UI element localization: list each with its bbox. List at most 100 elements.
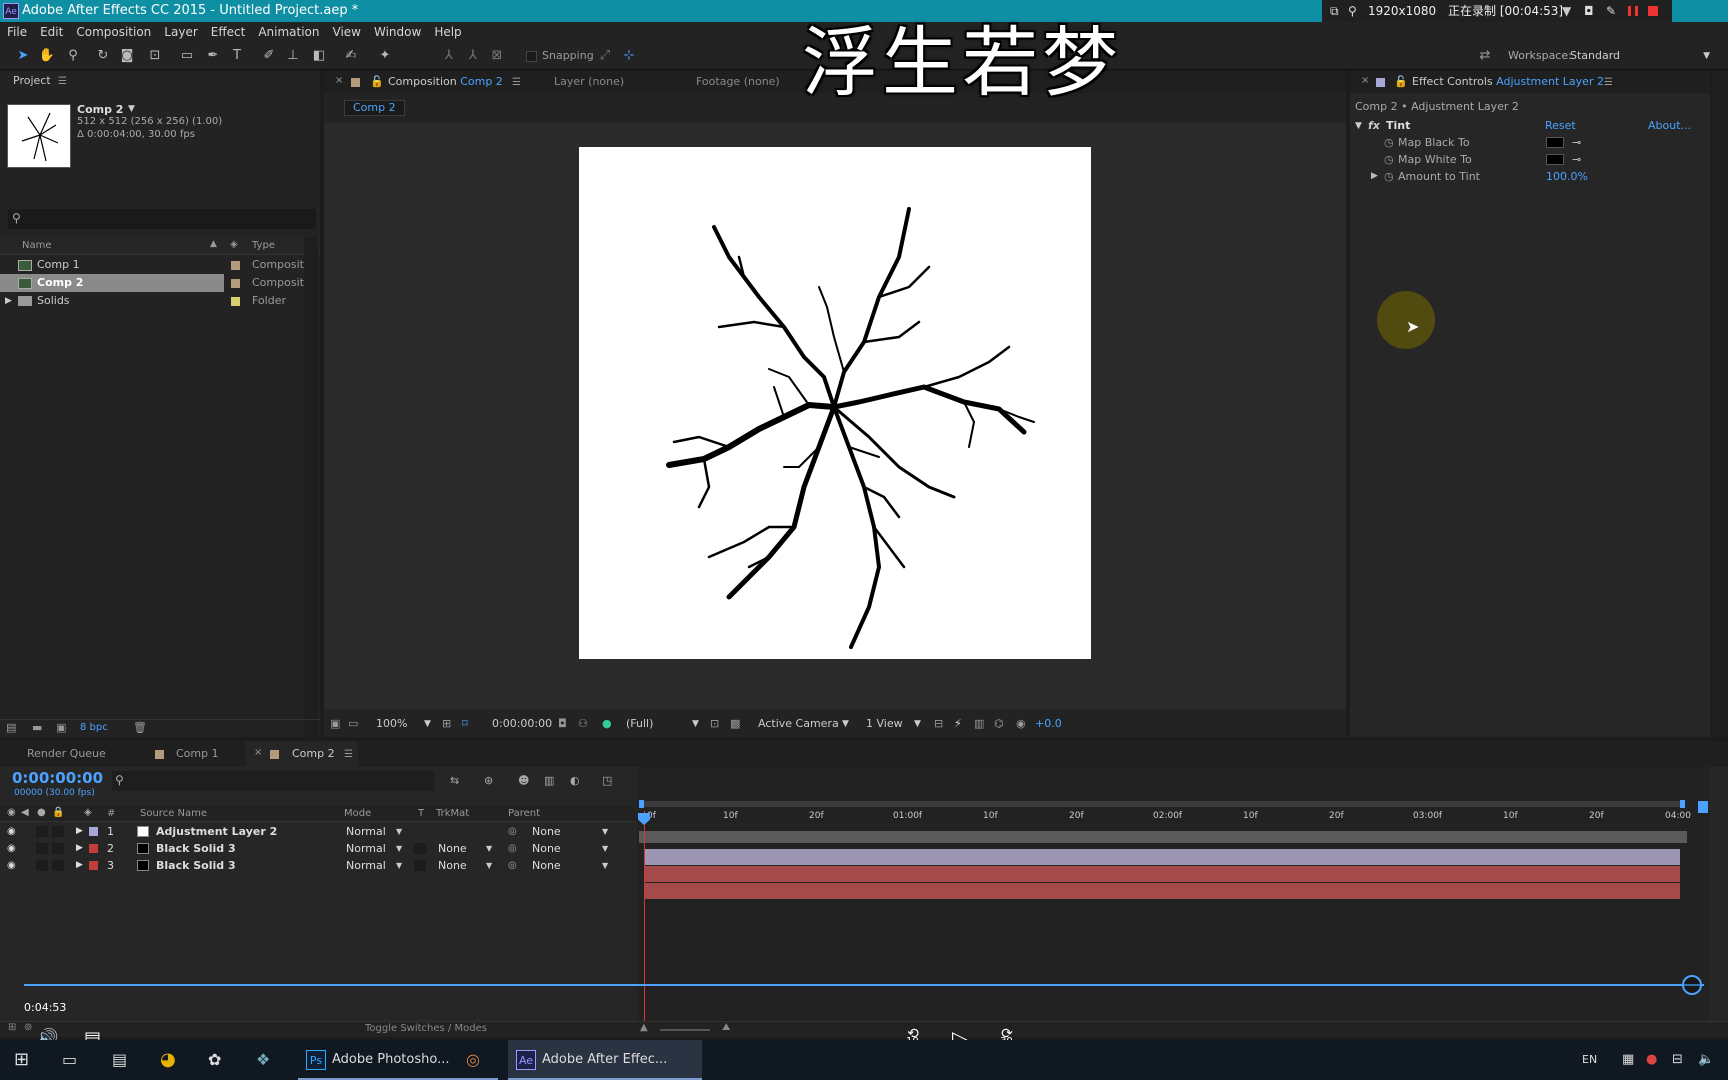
label-swatch[interactable] [231, 279, 240, 288]
recorder-window-icon[interactable]: ⧉ [1330, 0, 1339, 22]
work-area-bar[interactable] [639, 831, 1687, 843]
label-swatch[interactable] [231, 297, 240, 306]
label-swatch[interactable] [231, 261, 240, 270]
tray-icon[interactable]: ▦ [1622, 1040, 1634, 1080]
composition-canvas[interactable] [579, 147, 1091, 659]
workspace-select[interactable]: Standard ▼ [1570, 47, 1714, 65]
view-axis-icon[interactable]: ⊠ [488, 47, 506, 65]
zoom-handle[interactable] [1698, 801, 1708, 813]
layer-mode-select[interactable]: Normal [346, 823, 386, 840]
expand-arrow-icon[interactable]: ▶ [76, 840, 83, 857]
graph-editor-icon[interactable]: ◳ [602, 774, 612, 787]
pan-behind-tool-icon[interactable]: ⊡ [146, 47, 164, 65]
tab-effect-controls[interactable]: Effect Controls Adjustment Layer 2 [1412, 72, 1604, 92]
eye-icon[interactable]: ◉ [7, 857, 16, 874]
eyedropper-icon[interactable]: ⊸ [1572, 151, 1581, 168]
solo-toggle[interactable] [36, 826, 48, 837]
timeline-icon[interactable]: ▥ [974, 714, 984, 734]
pen-tool-icon[interactable]: ✒ [204, 47, 222, 65]
viewer-timecode[interactable]: 0:00:00:00 [492, 714, 552, 734]
expand-arrow-icon[interactable]: ▶ [1371, 168, 1378, 185]
menu-layer[interactable]: Layer [157, 22, 203, 42]
tray-record-icon[interactable]: ● [1646, 1040, 1657, 1080]
input-language[interactable]: EN [1582, 1040, 1597, 1080]
interpret-footage-icon[interactable]: ▤ [6, 721, 16, 734]
stopwatch-icon[interactable]: ◷ [1384, 168, 1394, 185]
snapping-checkbox[interactable] [526, 51, 537, 62]
chevron-down-icon[interactable]: ▼ [602, 840, 608, 857]
fx-icon[interactable]: fx [1368, 117, 1380, 135]
about-link[interactable]: About... [1648, 117, 1691, 135]
zoom-out-icon[interactable]: ▲ [640, 1022, 648, 1033]
task-view-icon[interactable]: ▭ [62, 1040, 77, 1080]
speaker-icon[interactable]: 🔈 [1698, 1040, 1714, 1080]
tab-render-queue[interactable]: Render Queue [27, 744, 106, 764]
world-axis-icon[interactable]: ⅄ [464, 47, 482, 65]
layer-row[interactable]: ◉ ▶ 3 Black Solid 3 Normal ▼ None ▼ ◎ No… [0, 857, 640, 874]
preserve-transparency-toggle[interactable] [414, 860, 426, 871]
tab-footage[interactable]: Footage (none) [696, 72, 780, 92]
layer-row[interactable]: ◉ ▶ 1 Adjustment Layer 2 Normal ▼ ◎ None… [0, 823, 640, 840]
brush-tool-icon[interactable]: ✐ [260, 47, 278, 65]
layer-mode-select[interactable]: Normal [346, 857, 386, 874]
color-swatch[interactable] [1546, 154, 1564, 165]
clone-stamp-tool-icon[interactable]: ⊥ [284, 47, 302, 65]
column-t[interactable]: T [418, 808, 424, 819]
lock-toggle[interactable] [52, 826, 64, 837]
zoom-tool-icon[interactable]: ⚲ [64, 47, 82, 65]
video-switch-icon[interactable]: ◉ [7, 807, 16, 818]
layer-parent-select[interactable]: None [532, 840, 561, 857]
transfer-controls-icon[interactable]: ⊚ [24, 1022, 32, 1033]
collapse-arrow-icon[interactable]: ▼ [1355, 117, 1362, 135]
tab-comp-1[interactable]: Comp 1 [176, 744, 219, 764]
layer-name[interactable]: Black Solid 3 [156, 840, 236, 857]
project-item[interactable]: ▶ Solids Folder [0, 292, 320, 310]
recorder-search-icon[interactable]: ⚲ [1348, 0, 1357, 22]
effect-tint-header[interactable]: ▼ fx Tint Reset About... [1350, 117, 1691, 135]
region-of-interest-icon[interactable]: ⊡ [710, 714, 719, 734]
chevron-down-icon[interactable]: ▼ [692, 714, 699, 734]
chevron-down-icon[interactable]: ▼ [396, 857, 402, 874]
solo-toggle[interactable] [36, 843, 48, 854]
always-preview-icon[interactable]: ▣ [330, 714, 340, 734]
trash-icon[interactable]: 🗑 [133, 721, 147, 734]
close-tab-icon[interactable]: × [1361, 75, 1369, 86]
label-tag-icon[interactable]: ◈ [84, 807, 92, 818]
chevron-down-icon[interactable]: ▼ [396, 840, 402, 857]
project-item[interactable]: Comp 1 Composit ⌬ [0, 256, 320, 274]
recorder-dropdown-icon[interactable]: ▼ [1562, 0, 1571, 22]
sort-up-icon[interactable]: ▲ [210, 239, 217, 249]
pen-icon[interactable]: ✎ [1606, 0, 1616, 22]
shy-layers-icon[interactable]: ☻ [518, 774, 529, 787]
lock-toggle[interactable] [52, 843, 64, 854]
toggle-pixel-aspect-icon[interactable]: ⊟ [934, 714, 943, 734]
toggle-switches-modes-button[interactable]: Toggle Switches / Modes [365, 1023, 487, 1034]
fast-previews-icon[interactable]: ⚡ [954, 714, 962, 734]
layer-row[interactable]: ◉ ▶ 2 Black Solid 3 Normal ▼ None ▼ ◎ No… [0, 840, 640, 857]
comp-breadcrumb[interactable]: Comp 2 [344, 100, 405, 116]
tab-comp-2[interactable]: Comp 2 [292, 744, 335, 764]
puppet-tool-icon[interactable]: ✦ [376, 47, 394, 65]
solo-toggle[interactable] [36, 860, 48, 871]
layer-label-color[interactable] [89, 844, 98, 853]
snapshot-icon[interactable]: ◘ [558, 714, 567, 734]
local-axis-icon[interactable]: ⅄ [440, 47, 458, 65]
audio-switch-icon[interactable]: ◀ [21, 807, 29, 818]
app-icon[interactable]: ❖ [256, 1040, 270, 1080]
pause-icon[interactable] [1628, 6, 1638, 16]
hand-tool-icon[interactable]: ✋ [38, 47, 56, 65]
panel-menu-icon[interactable]: ☰ [1604, 77, 1613, 88]
network-icon[interactable]: ⊟ [1672, 1040, 1683, 1080]
preserve-transparency-toggle[interactable] [414, 843, 426, 854]
layer-name[interactable]: Adjustment Layer 2 [156, 823, 277, 840]
expand-arrow-icon[interactable]: ▶ [76, 857, 83, 874]
chrome-icon[interactable]: ◕ [160, 1040, 176, 1080]
chevron-down-icon[interactable]: ▼ [842, 714, 849, 734]
project-item[interactable]: Comp 2 Composit [0, 274, 320, 292]
eye-icon[interactable]: ◉ [7, 840, 16, 857]
transparency-grid-icon[interactable]: ▩ [730, 714, 740, 734]
new-composition-icon[interactable]: ▣ [56, 721, 66, 734]
menu-help[interactable]: Help [427, 22, 467, 42]
snap-target-icon[interactable]: ⊹ [620, 47, 638, 65]
camera-icon[interactable]: ◘ [1584, 0, 1594, 22]
